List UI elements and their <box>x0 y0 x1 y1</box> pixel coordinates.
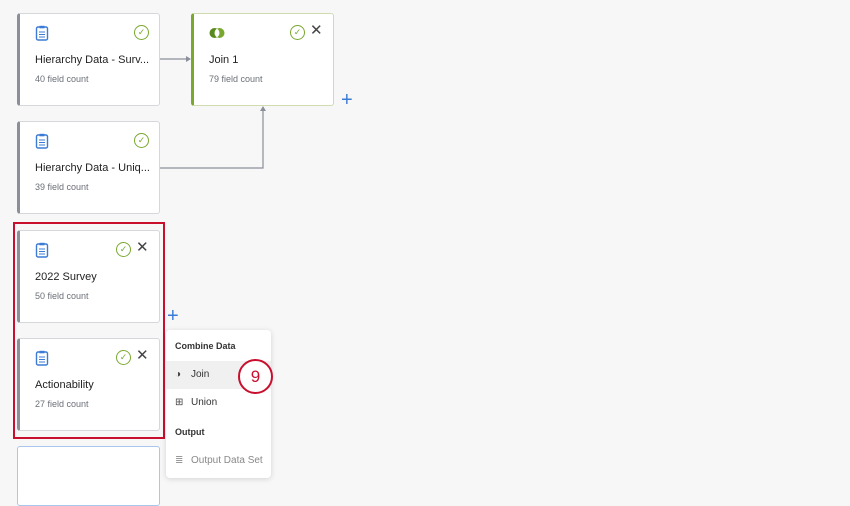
node-title: Actionability <box>35 379 94 391</box>
join-icon: ◑ <box>175 369 182 380</box>
check-icon: ✓ <box>134 133 149 148</box>
clipboard-icon <box>35 242 49 258</box>
node-count: 50 field count <box>35 291 89 301</box>
menu-section-output: Output <box>175 427 205 437</box>
close-icon[interactable]: ✕ <box>136 347 149 365</box>
node-count: 27 field count <box>35 399 89 409</box>
clipboard-icon <box>35 133 49 149</box>
node-count: 79 field count <box>209 74 263 84</box>
check-icon: ✓ <box>290 25 305 40</box>
clipboard-icon <box>35 25 49 41</box>
join-icon <box>209 28 225 38</box>
check-icon: ✓ <box>116 242 131 257</box>
node-card[interactable]: ✓ Hierarchy Data - Surv... 40 field coun… <box>17 13 160 106</box>
node-count: 40 field count <box>35 74 89 84</box>
node-card[interactable]: ✓ ✕ Actionability 27 field count <box>17 338 160 431</box>
node-title: Join 1 <box>209 54 239 66</box>
node-title: 2022 Survey <box>35 271 97 283</box>
close-icon[interactable]: ✕ <box>310 22 323 40</box>
node-count: 39 field count <box>35 182 89 192</box>
join-node-card[interactable]: ✓ ✕ Join 1 79 field count <box>191 13 334 106</box>
menu-item-output-data-set[interactable]: ≣ Output Data Set <box>166 447 271 475</box>
add-node-button[interactable]: + <box>167 306 179 326</box>
empty-node-card[interactable] <box>17 446 160 506</box>
union-icon: ⊞ <box>175 397 184 408</box>
clipboard-icon <box>35 350 49 366</box>
add-node-menu: Combine Data ◑ Join ⊞ Union Output ≣ Out… <box>166 330 271 478</box>
step-badge: 9 <box>238 359 273 394</box>
node-card[interactable]: ✓ ✕ 2022 Survey 50 field count <box>17 230 160 323</box>
node-title: Hierarchy Data - Surv... <box>35 54 150 66</box>
database-icon: ≣ <box>175 455 184 466</box>
check-icon: ✓ <box>134 25 149 40</box>
close-icon[interactable]: ✕ <box>136 239 149 257</box>
node-title: Hierarchy Data - Uniq... <box>35 162 150 174</box>
menu-section-combine: Combine Data <box>175 341 236 351</box>
check-icon: ✓ <box>116 350 131 365</box>
add-node-button[interactable]: + <box>341 90 353 110</box>
node-card[interactable]: ✓ Hierarchy Data - Uniq... 39 field coun… <box>17 121 160 214</box>
